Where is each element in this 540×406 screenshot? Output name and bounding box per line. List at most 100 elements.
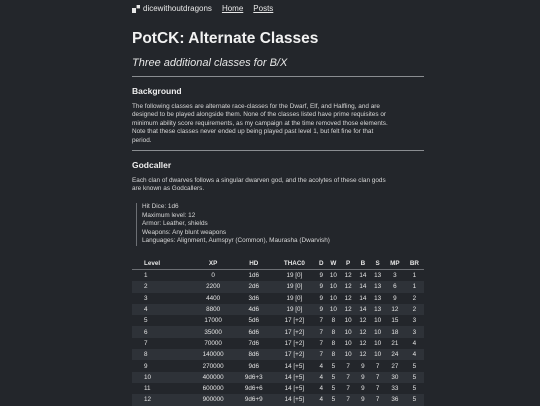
table-cell: 9d6 bbox=[248, 362, 260, 370]
column-header: HD bbox=[235, 257, 273, 270]
column-header: S bbox=[370, 257, 385, 270]
table-cell: 12 bbox=[355, 349, 371, 361]
column-header: THAC0 bbox=[272, 257, 317, 270]
table-cell: 4 bbox=[316, 371, 327, 383]
column-header: XP bbox=[191, 257, 236, 270]
table-cell: 9d6+6 bbox=[244, 385, 263, 393]
table-cell: 4 bbox=[412, 339, 417, 347]
table-cell: 11 bbox=[144, 385, 151, 393]
table-cell: 7 bbox=[340, 371, 356, 383]
table-cell: 8 bbox=[132, 349, 192, 361]
table-cell: 8 bbox=[331, 339, 336, 347]
table-cell: 13 bbox=[374, 272, 382, 280]
table-cell: 140000 bbox=[191, 349, 236, 361]
table-cell: 8d6 bbox=[235, 349, 273, 361]
table-row: 5 17000 5d6 17 [+2] 7 8 10 12 10 15 3 bbox=[132, 315, 424, 326]
table-cell: 5d6 bbox=[248, 317, 260, 325]
godcaller-progression-table: Level XP HD THAC0 D W P B S MP BR 1 0 1d6 1… bbox=[132, 257, 424, 406]
table-cell: 9 bbox=[355, 394, 371, 406]
site-logo[interactable]: dicewithoutdragons bbox=[132, 4, 212, 13]
table-cell: 1 bbox=[404, 281, 424, 293]
table-cell: 27 bbox=[391, 362, 399, 370]
table-cell: 70000 bbox=[204, 339, 222, 347]
table-cell: 5 bbox=[326, 371, 341, 383]
table-cell: 5 bbox=[404, 371, 424, 383]
table-cell: 7 bbox=[346, 362, 350, 370]
background-paragraph: The following classes are alternate race… bbox=[132, 103, 424, 145]
table-cell: 18 bbox=[384, 326, 405, 338]
table-cell: 17000 bbox=[204, 317, 222, 325]
table-row: 6 35000 6d6 17 [+2] 7 8 10 12 10 18 3 bbox=[132, 326, 424, 338]
table-cell: 14 [+5] bbox=[284, 362, 305, 370]
table-cell: 2 bbox=[404, 303, 424, 316]
dice-logo-icon bbox=[132, 4, 140, 13]
table-cell: 4 bbox=[319, 362, 323, 370]
section-heading-godcaller: Godcaller bbox=[132, 160, 172, 170]
background-line: designed to be played alongside them. No… bbox=[132, 111, 386, 119]
table-cell: 5 bbox=[412, 385, 417, 393]
table-cell: 14 bbox=[355, 281, 371, 293]
stat-languages: Languages: Alignment, Aumspyr (Common), … bbox=[142, 237, 330, 245]
table-cell: 8 bbox=[326, 326, 341, 338]
background-line: minimum ability score requirements, as m… bbox=[132, 119, 388, 127]
table-row: 7 70000 7d6 17 [+2] 7 8 10 12 10 21 4 bbox=[132, 338, 424, 349]
table-cell: 2d6 bbox=[235, 281, 273, 293]
table-cell: 19 [0] bbox=[272, 303, 317, 316]
table-cell: 2200 bbox=[191, 281, 236, 293]
nav-link-posts[interactable]: Posts bbox=[253, 4, 273, 13]
table-cell: 10 bbox=[132, 371, 192, 383]
table-cell: 270000 bbox=[202, 362, 224, 370]
column-header: BR bbox=[404, 257, 424, 270]
table-row: 12 900000 9d6+9 14 [+5] 4 5 7 9 7 36 5 bbox=[132, 394, 424, 406]
table-cell: 8800 bbox=[191, 303, 236, 316]
table-cell: 10 bbox=[329, 294, 337, 302]
table-cell: 19 [0] bbox=[286, 272, 303, 280]
table-cell: 24 bbox=[384, 349, 405, 361]
table-cell: 17 [+2] bbox=[284, 317, 305, 325]
table-cell: 17 [+2] bbox=[272, 326, 317, 338]
table-cell: 4 bbox=[132, 303, 192, 316]
table-cell: 10 bbox=[370, 349, 385, 361]
table-cell: 9 bbox=[319, 294, 323, 302]
table-cell: 5 bbox=[326, 394, 341, 406]
stat-hit-dice: Hit Dice: 1d6 bbox=[142, 203, 179, 210]
divider bbox=[132, 150, 424, 151]
table-cell: 10 bbox=[344, 317, 352, 325]
column-header: Level bbox=[132, 257, 192, 270]
table-cell: 5 bbox=[331, 385, 336, 393]
table-cell: 3 bbox=[393, 272, 397, 280]
table-cell: 9 bbox=[361, 362, 365, 370]
table-row: 8 140000 8d6 17 [+2] 7 8 10 12 10 24 4 bbox=[132, 349, 424, 361]
table-cell: 10 bbox=[340, 326, 356, 338]
table-cell: 35000 bbox=[191, 326, 236, 338]
table-cell: 12 bbox=[344, 272, 352, 280]
table-cell: 4d6 bbox=[235, 303, 273, 316]
table-cell: 3 bbox=[144, 294, 148, 302]
table-cell: 6d6 bbox=[235, 326, 273, 338]
page-title: PotCK: Alternate Classes bbox=[132, 30, 319, 47]
table-cell: 5 bbox=[404, 394, 424, 406]
table-cell: 17 [+2] bbox=[284, 339, 305, 347]
table-cell: 6 bbox=[132, 326, 192, 338]
table-cell: 13 bbox=[370, 281, 385, 293]
table-cell: 600000 bbox=[202, 385, 224, 393]
table-header-row: Level XP HD THAC0 D W P B S MP BR bbox=[132, 257, 424, 270]
table-cell: 12 bbox=[344, 294, 352, 302]
table-cell: 7 bbox=[319, 317, 323, 325]
table-cell: 14 [+5] bbox=[272, 371, 317, 383]
table-cell: 7 bbox=[370, 394, 385, 406]
table-cell: 900000 bbox=[191, 394, 236, 406]
table-row: 2 2200 2d6 19 [0] 9 10 12 14 13 6 1 bbox=[132, 281, 424, 293]
table-cell: 7 bbox=[144, 339, 148, 347]
table-cell: 13 bbox=[374, 294, 382, 302]
table-cell: 8 bbox=[331, 317, 336, 325]
column-header: W bbox=[326, 257, 341, 270]
table-cell: 4 bbox=[404, 349, 424, 361]
table-cell: 14 [+5] bbox=[284, 385, 305, 393]
table-cell: 4400 bbox=[206, 294, 221, 302]
background-line: The following classes are alternate race… bbox=[132, 103, 380, 110]
table-cell: 19 [0] bbox=[286, 294, 303, 302]
table-cell: 9 bbox=[316, 281, 327, 293]
nav-link-home[interactable]: Home bbox=[222, 4, 243, 13]
table-cell: 9 bbox=[355, 371, 371, 383]
